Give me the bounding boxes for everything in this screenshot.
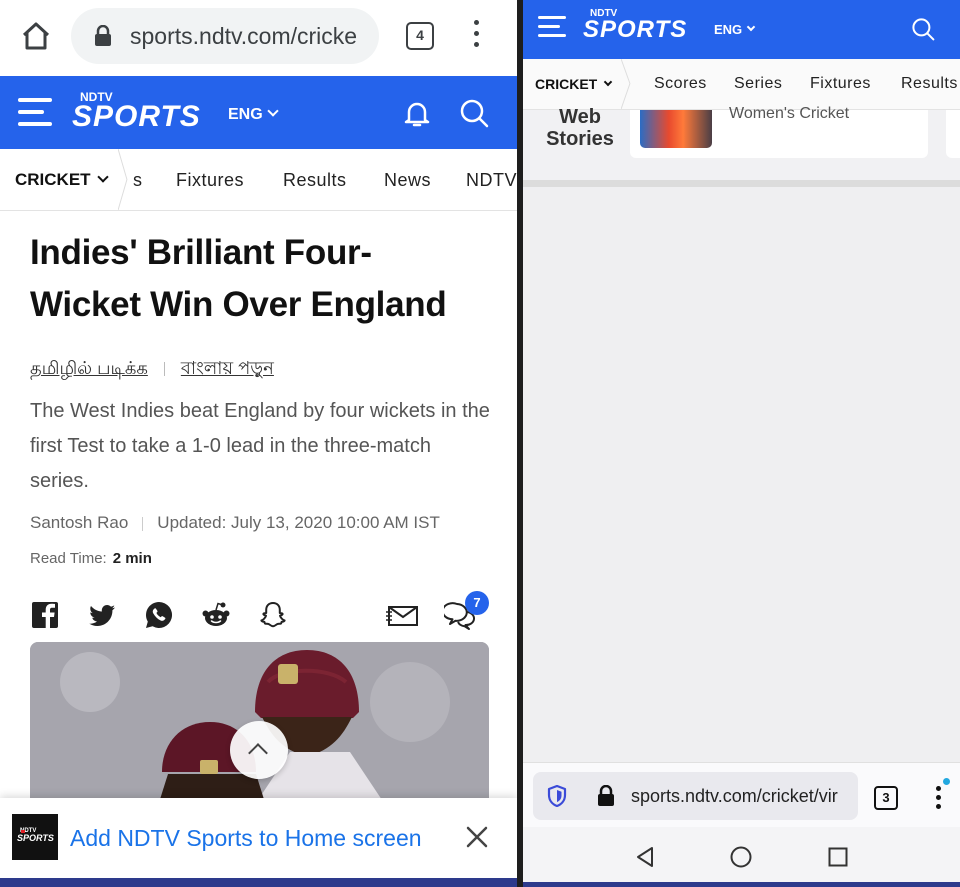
- headline-line-2: Wicket Win Over England: [30, 285, 447, 324]
- back-icon[interactable]: [633, 845, 657, 869]
- section-nav: CRICKET Scores Series Fixtures Results: [523, 59, 960, 110]
- firefox-toolbar: sports.ndtv.com/cricket/vir 3: [523, 762, 960, 827]
- updated-date: Updated: July 13, 2020 10:00 AM IST: [157, 513, 440, 532]
- email-icon[interactable]: [386, 600, 420, 630]
- reddit-icon[interactable]: [201, 600, 231, 630]
- language-links: தமிழில் படிக்க বাংলায় পড়ুন: [30, 354, 274, 385]
- address-bar[interactable]: sports.ndtv.com/cricke: [71, 8, 379, 64]
- svg-text:SPORTS: SPORTS: [17, 833, 54, 843]
- notification-dot: [943, 778, 950, 785]
- twitter-icon[interactable]: [87, 600, 117, 630]
- tracking-protection-icon[interactable]: [547, 785, 567, 807]
- chevron-up-icon: [248, 743, 268, 763]
- language-label: ENG: [228, 106, 263, 123]
- comment-count-badge: 7: [465, 591, 489, 615]
- ndtv-sports-logo[interactable]: NDTV SPORTS: [583, 8, 708, 48]
- add-to-home-banner: NDTV SPORTS Add NDTV Sports to Home scre…: [0, 798, 517, 878]
- search-icon[interactable]: [459, 98, 489, 128]
- language-selector[interactable]: ENG: [714, 22, 756, 37]
- story-card[interactable]: Women's Cricket: [630, 105, 928, 158]
- lock-icon: [598, 785, 614, 806]
- article-summary: The West Indies beat England by four wic…: [30, 400, 490, 492]
- snapchat-icon[interactable]: [258, 600, 288, 630]
- tab-switcher-button[interactable]: 4: [406, 22, 434, 50]
- site-header: NDTV SPORTS ENG: [523, 0, 960, 59]
- ndtv-sports-app-icon: NDTV SPORTS: [12, 814, 58, 860]
- tab-switcher-button[interactable]: 3: [874, 786, 898, 810]
- category-dropdown[interactable]: CRICKET: [535, 76, 613, 92]
- nav-item-fixtures[interactable]: Fixtures: [176, 170, 244, 191]
- scroll-to-top-button[interactable]: [230, 721, 288, 779]
- ndtv-sports-logo[interactable]: NDTV SPORTS: [72, 90, 222, 136]
- site-header: NDTV SPORTS ENG: [0, 76, 517, 149]
- category-label: CRICKET: [15, 170, 91, 189]
- chevron-down-icon: [746, 22, 756, 32]
- language-selector[interactable]: ENG: [228, 105, 279, 124]
- nav-item-fixtures[interactable]: Fixtures: [810, 75, 871, 93]
- nav-item-ndtv[interactable]: NDTV: [466, 170, 517, 191]
- chevron-down-icon: [267, 105, 279, 117]
- url-text: sports.ndtv.com/cricke: [130, 23, 358, 49]
- bell-icon[interactable]: [402, 98, 432, 128]
- close-icon[interactable]: [466, 826, 488, 848]
- hamburger-icon[interactable]: [18, 98, 52, 126]
- story-title: Women's Cricket: [729, 105, 850, 122]
- right-browser-pane: NDTV SPORTS ENG CRICKET Scores Series Fi…: [523, 0, 960, 887]
- category-label: CRICKET: [535, 76, 598, 92]
- nav-item-results[interactable]: Results: [283, 170, 347, 191]
- language-label: ENG: [714, 22, 743, 37]
- nav-divider: [118, 149, 128, 210]
- logo-sports-text: SPORTS: [72, 100, 201, 133]
- section-divider: [523, 180, 960, 187]
- chrome-toolbar: sports.ndtv.com/cricke 4: [0, 0, 517, 76]
- left-browser-pane: sports.ndtv.com/cricke 4 NDTV SPORTS ENG…: [0, 0, 517, 887]
- headline-line-1: Indies' Brilliant Four-: [30, 233, 372, 272]
- empty-content-area: [523, 187, 960, 762]
- bengali-link[interactable]: বাংলায় পড়ুন: [181, 358, 274, 378]
- nav-item-series[interactable]: Series: [734, 75, 782, 93]
- url-text: sports.ndtv.com/cricket/vir: [631, 786, 838, 806]
- read-time-label: Read Time:: [30, 550, 107, 567]
- add-to-home-label[interactable]: Add NDTV Sports to Home screen: [70, 825, 422, 852]
- nav-divider: [621, 59, 631, 109]
- story-thumbnail: [640, 110, 712, 148]
- read-time-value: 2 min: [112, 550, 152, 567]
- hamburger-icon[interactable]: [538, 16, 566, 38]
- nav-item-scores[interactable]: Scores: [654, 75, 707, 93]
- tamil-link[interactable]: தமிழில் படிக்க: [30, 358, 148, 378]
- read-time: Read Time: 2 min: [30, 550, 152, 567]
- home-icon[interactable]: [18, 18, 54, 54]
- section-nav: CRICKET s Fixtures Results News NDTV: [0, 149, 517, 211]
- menu-icon[interactable]: [466, 20, 486, 52]
- category-dropdown[interactable]: CRICKET: [15, 170, 109, 190]
- web-stories-label: Web Stories: [546, 106, 614, 150]
- chevron-down-icon: [603, 77, 613, 87]
- bottom-strip: [523, 882, 960, 887]
- bottom-strip: [0, 878, 517, 887]
- nav-item-news[interactable]: News: [384, 170, 431, 191]
- recents-icon[interactable]: [826, 845, 850, 869]
- web-stories-strip: Web Stories Women's Cricket: [523, 105, 960, 180]
- nav-item-results[interactable]: Results: [901, 75, 958, 93]
- whatsapp-icon[interactable]: [144, 600, 174, 630]
- story-card[interactable]: [946, 110, 960, 158]
- address-bar[interactable]: sports.ndtv.com/cricket/vir: [533, 772, 858, 820]
- byline: Santosh Rao Updated: July 13, 2020 10:00 …: [30, 513, 440, 533]
- headline-cut-line: [30, 211, 490, 217]
- nav-item-scores[interactable]: s: [133, 170, 143, 191]
- facebook-icon[interactable]: [30, 600, 60, 630]
- home-icon[interactable]: [729, 845, 753, 869]
- lock-icon: [95, 25, 111, 46]
- chevron-down-icon: [96, 171, 109, 183]
- article-headline: Indies' Brilliant Four- Wicket Win Over …: [30, 227, 490, 331]
- author-name[interactable]: Santosh Rao: [30, 513, 128, 532]
- logo-sports-text: SPORTS: [583, 16, 688, 43]
- search-icon[interactable]: [911, 17, 935, 41]
- android-nav-bar: [523, 827, 960, 887]
- menu-icon[interactable]: [933, 778, 950, 812]
